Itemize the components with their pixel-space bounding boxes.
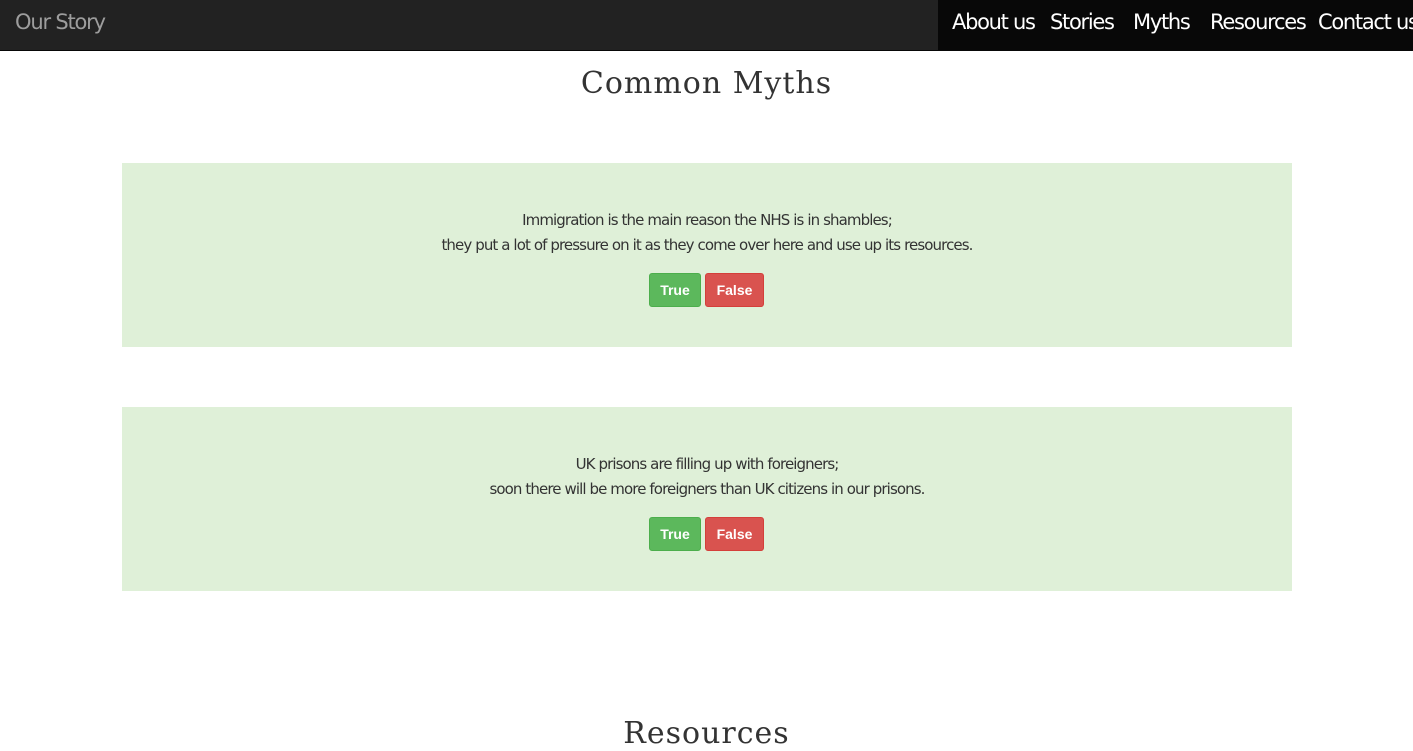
nav-links: About us Stories Myths Resources Contact…: [938, 0, 1413, 51]
nav-link-stories[interactable]: Stories: [1050, 10, 1115, 34]
resources-section-title: Resources: [623, 716, 790, 751]
false-button[interactable]: False: [705, 273, 764, 307]
myth-statement-line: Immigration is the main reason the NHS i…: [522, 211, 893, 229]
nav-link-contact-us[interactable]: Contact us: [1318, 10, 1413, 34]
true-button[interactable]: True: [649, 273, 701, 307]
top-navbar: Our Story About us Stories Myths Resourc…: [0, 0, 1413, 51]
nav-link-about-us[interactable]: About us: [952, 10, 1036, 34]
myth-card: UK prisons are filling up with foreigner…: [122, 407, 1292, 591]
page-title: Common Myths: [580, 66, 833, 101]
false-button[interactable]: False: [705, 517, 764, 551]
nav-link-resources[interactable]: Resources: [1210, 10, 1307, 34]
myth-card: Immigration is the main reason the NHS i…: [122, 163, 1292, 347]
myth-statement-line: they put a lot of pressure on it as they…: [441, 236, 973, 254]
true-button[interactable]: True: [649, 517, 701, 551]
nav-link-myths[interactable]: Myths: [1133, 10, 1191, 34]
myth-statement-line: UK prisons are filling up with foreigner…: [575, 455, 840, 473]
brand-link[interactable]: Our Story: [15, 10, 106, 34]
myth-statement-line: soon there will be more foreigners than …: [489, 480, 925, 498]
